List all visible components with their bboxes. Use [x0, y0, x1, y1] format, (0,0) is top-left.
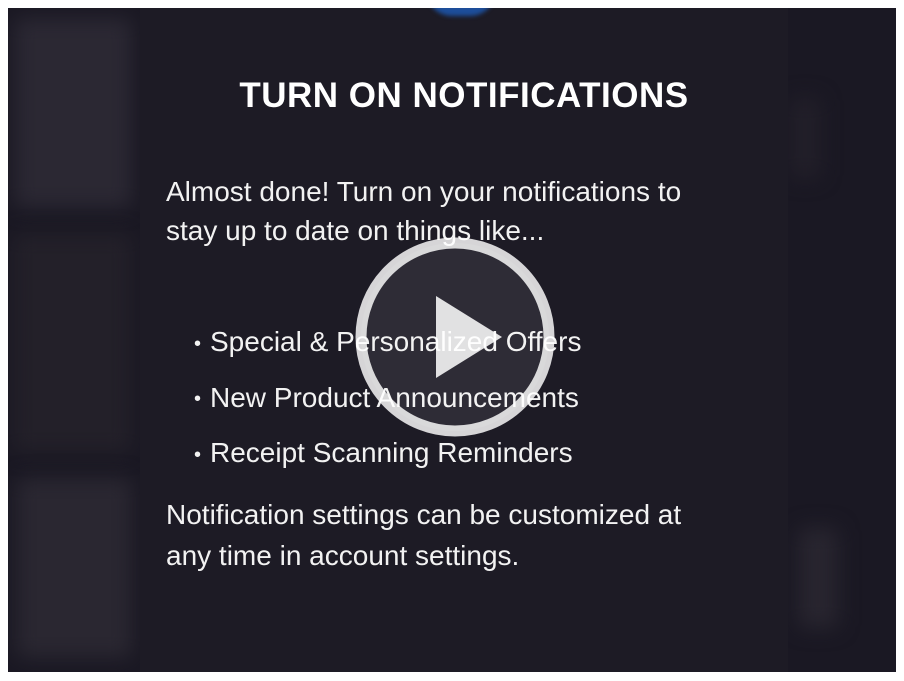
settings-note: Notification settings can be customized … — [166, 499, 682, 571]
blurred-background-panel — [798, 528, 838, 628]
video-player[interactable]: TURN ON NOTIFICATIONS Almost done! Turn … — [8, 8, 896, 672]
blurred-background-panel — [790, 98, 820, 178]
play-button[interactable] — [352, 234, 558, 440]
play-icon — [355, 237, 555, 437]
blurred-background-panel — [12, 233, 132, 453]
notification-title: TURN ON NOTIFICATIONS — [239, 76, 689, 115]
blurred-background-panel — [14, 18, 132, 208]
blurred-background-panel — [16, 478, 132, 658]
